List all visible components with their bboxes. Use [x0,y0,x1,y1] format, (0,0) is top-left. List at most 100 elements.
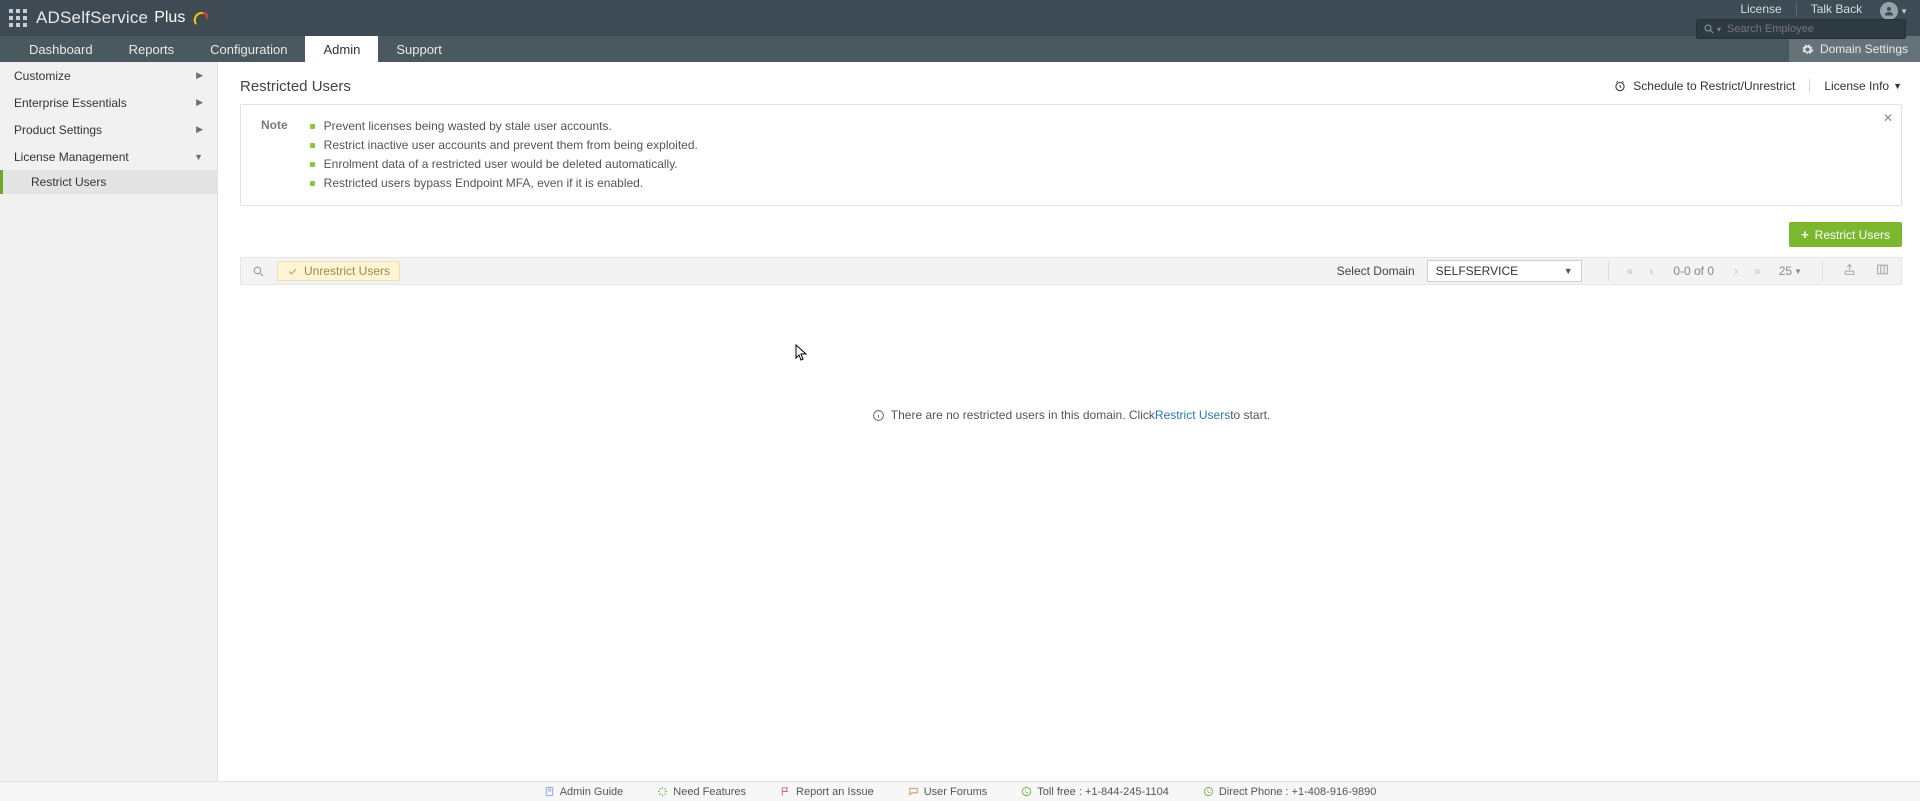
search-dropdown-icon[interactable]: ▾ [1717,25,1721,34]
brand-text: ADSelfService [36,8,148,28]
sparkle-icon [657,786,668,797]
sidebar-subitem-restrict-users[interactable]: Restrict Users [0,170,217,194]
search-icon[interactable] [247,265,269,278]
brand-logo[interactable]: ADSelfService Plus [36,8,210,28]
page-header: Restricted Users Schedule to Restrict/Un… [240,74,1902,98]
note-item: Prevent licenses being wasted by stale u… [310,117,698,135]
sidebar-item-label: License Management [14,150,129,164]
pager-last-icon[interactable]: » [1750,264,1765,278]
empty-prefix: There are no restricted users in this do… [891,408,1155,422]
body: Customize ▶ Enterprise Essentials ▶ Prod… [0,62,1920,781]
plus-icon: + [1801,227,1809,242]
action-row: + Restrict Users [240,222,1902,247]
schedule-link[interactable]: Schedule to Restrict/Unrestrict [1613,79,1810,93]
tab-support[interactable]: Support [378,36,460,62]
tab-dashboard[interactable]: Dashboard [11,36,111,62]
sidebar-item-customize[interactable]: Customize ▶ [0,62,217,89]
columns-icon[interactable] [1870,263,1895,279]
select-domain-label: Select Domain [1337,264,1415,278]
tab-label: Dashboard [29,42,93,57]
note-label: Note [261,117,288,193]
page-title: Restricted Users [240,78,351,95]
chevron-down-icon: ▼ [1900,7,1908,16]
talkback-link[interactable]: Talk Back [1811,2,1862,16]
gear-icon [1801,43,1814,56]
tab-label: Configuration [210,42,287,57]
phone-icon [1203,786,1214,797]
restrict-users-label: Restrict Users [1815,228,1890,242]
restrict-users-button[interactable]: + Restrict Users [1789,222,1902,247]
chevron-right-icon: ▶ [196,97,203,108]
footer-admin-guide[interactable]: Admin Guide [544,786,624,798]
sidebar-item-label: Customize [14,69,71,83]
license-info-label: License Info [1824,79,1889,93]
close-icon[interactable]: ✕ [1883,111,1893,125]
footer-label: Need Features [673,786,746,798]
brand-arc-icon [192,9,210,27]
main-tabs: Dashboard Reports Configuration Admin Su… [0,36,1920,62]
search-icon [1703,23,1715,35]
tab-configuration[interactable]: Configuration [192,36,305,62]
table-toolbar: Unrestrict Users Select Domain SELFSERVI… [240,257,1902,285]
book-icon [544,786,555,797]
search-employee[interactable]: ▾ [1696,19,1906,39]
chevron-right-icon: ▶ [196,124,203,135]
footer-user-forums[interactable]: User Forums [908,786,988,798]
sidebar: Customize ▶ Enterprise Essentials ▶ Prod… [0,62,218,781]
domain-select[interactable]: SELFSERVICE ▼ [1427,260,1582,282]
tab-admin[interactable]: Admin [305,36,378,62]
top-bar: ADSelfService Plus License Talk Back ▼ ▾ [0,0,1920,36]
search-input[interactable] [1727,23,1899,35]
separator [1822,261,1823,281]
avatar-icon [1880,2,1898,20]
sidebar-subitem-label: Restrict Users [31,175,106,189]
user-menu[interactable]: ▼ [1880,2,1908,20]
schedule-label: Schedule to Restrict/Unrestrict [1633,79,1795,93]
footer-label: Admin Guide [560,786,624,798]
pager-first-icon[interactable]: « [1623,264,1638,278]
tab-label: Admin [323,42,360,57]
page-size-select[interactable]: 25 ▼ [1773,264,1808,278]
main-content: Restricted Users Schedule to Restrict/Un… [218,62,1920,781]
note-box: Note Prevent licenses being wasted by st… [240,104,1902,206]
tab-label: Reports [129,42,175,57]
note-list: Prevent licenses being wasted by stale u… [310,117,698,193]
domain-settings-button[interactable]: Domain Settings [1789,36,1920,62]
sidebar-item-license-management[interactable]: License Management ▼ [0,143,217,170]
chevron-down-icon: ▼ [1564,266,1573,276]
footer-label: Report an Issue [796,786,874,798]
footer-need-features[interactable]: Need Features [657,786,746,798]
license-info-dropdown[interactable]: License Info ▼ [1824,79,1902,93]
pager-prev-icon[interactable]: ‹ [1645,264,1657,278]
footer-label: User Forums [924,786,988,798]
separator [1608,261,1609,281]
footer-report-issue[interactable]: Report an Issue [780,786,874,798]
footer-toll-free[interactable]: Toll free : +1-844-245-1104 [1021,786,1169,798]
flag-icon [780,786,791,797]
domain-selected: SELFSERVICE [1436,264,1518,278]
apps-grid-icon[interactable] [0,0,36,36]
unrestrict-users-button[interactable]: Unrestrict Users [277,261,400,281]
pager-next-icon[interactable]: › [1730,264,1742,278]
sidebar-item-enterprise-essentials[interactable]: Enterprise Essentials ▶ [0,89,217,116]
footer: Admin Guide Need Features Report an Issu… [0,781,1920,801]
sidebar-item-label: Enterprise Essentials [14,96,127,110]
info-icon [872,409,885,422]
empty-suffix: to start. [1230,408,1270,422]
empty-restrict-link[interactable]: Restrict Users [1155,408,1230,422]
pager-range: 0-0 of 0 [1665,264,1722,278]
unrestrict-label: Unrestrict Users [304,264,390,278]
sidebar-item-product-settings[interactable]: Product Settings ▶ [0,116,217,143]
phone-icon [1021,786,1032,797]
note-item: Enrolment data of a restricted user woul… [310,155,698,173]
tab-reports[interactable]: Reports [111,36,193,62]
domain-settings-label: Domain Settings [1820,42,1908,56]
export-icon[interactable] [1837,263,1862,279]
chevron-right-icon: ▶ [196,70,203,81]
page-size-value: 25 [1779,264,1792,278]
chevron-down-icon: ▼ [1893,81,1902,91]
check-icon [287,266,298,277]
license-link[interactable]: License [1740,2,1796,16]
clock-icon [1613,79,1627,93]
footer-direct-phone[interactable]: Direct Phone : +1-408-916-9890 [1203,786,1376,798]
